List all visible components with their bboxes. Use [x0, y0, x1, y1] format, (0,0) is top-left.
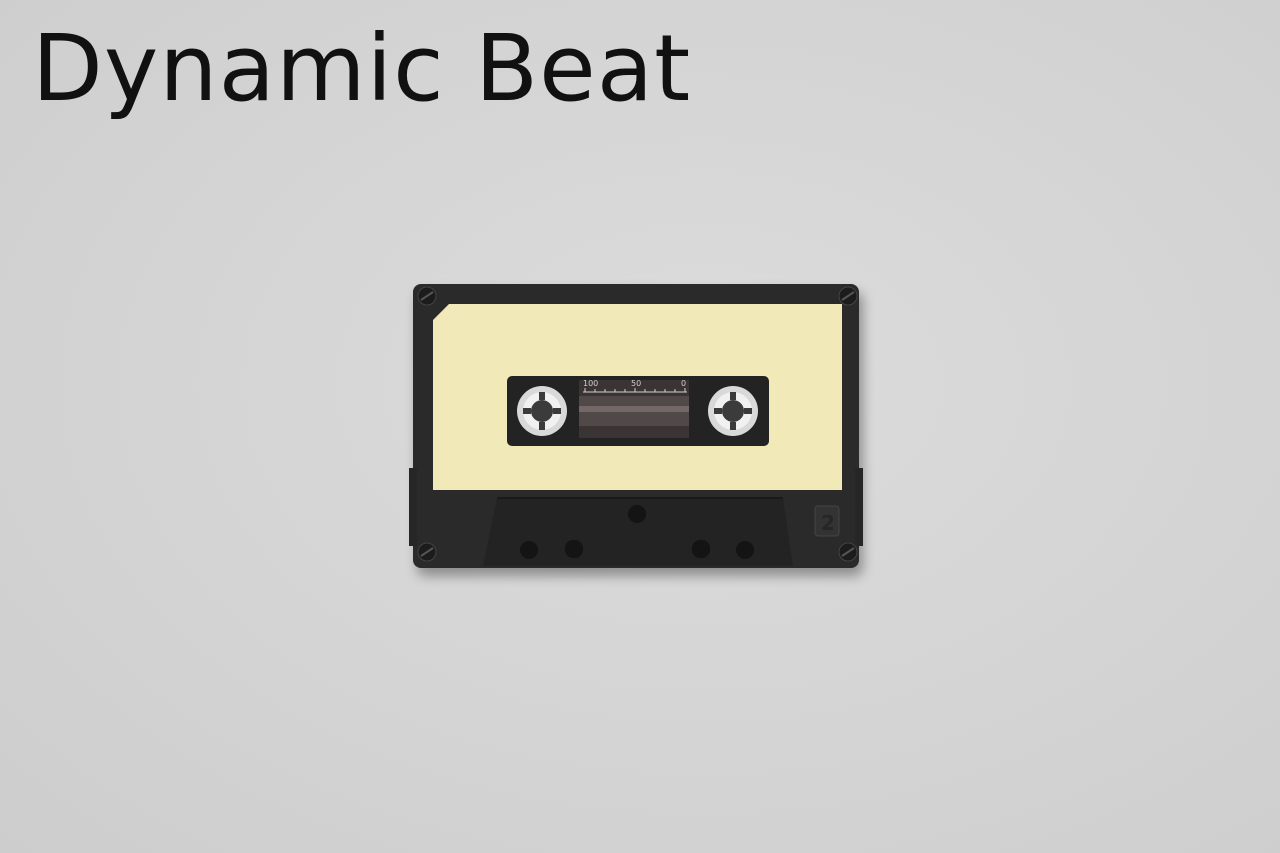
screw-icon-top-left	[417, 286, 437, 306]
screw-icon-bottom-right	[838, 542, 858, 562]
side-label: 2	[821, 511, 835, 535]
counter-label-0: 0	[681, 379, 686, 388]
cassette-tape-photo: 100 50 0 2	[405, 278, 875, 588]
headline: Dynamic Beat	[32, 15, 692, 122]
screw-icon-bottom-left	[417, 542, 437, 562]
cassette-illustration: 100 50 0 2	[409, 284, 863, 568]
counter-label-100: 100	[583, 379, 598, 388]
counter-label-50: 50	[631, 379, 641, 388]
right-reel-icon	[708, 386, 758, 436]
screw-icon-top-right	[838, 286, 858, 306]
left-reel-icon	[517, 386, 567, 436]
